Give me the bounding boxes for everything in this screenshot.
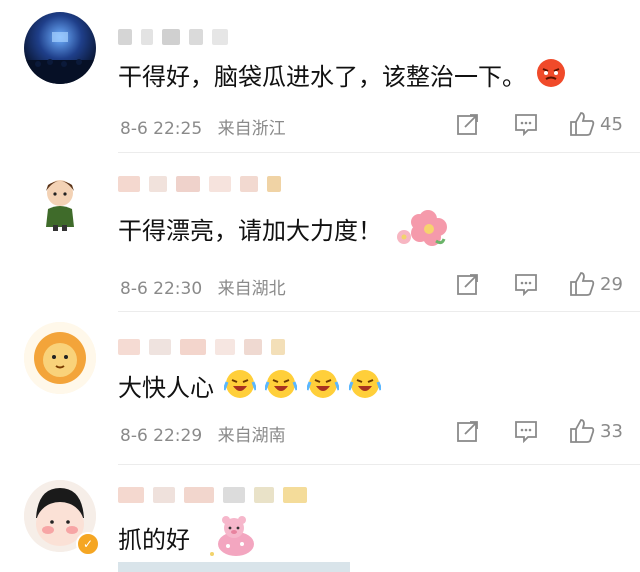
thumbs-up-icon bbox=[570, 419, 595, 443]
laughing-crying-emoji bbox=[305, 368, 341, 408]
like-button[interactable]: 45 bbox=[568, 110, 623, 138]
username-blurred[interactable] bbox=[118, 336, 289, 360]
comment-item: 大快人心 8-6 22:29 来自湖南 33 bbox=[0, 312, 640, 468]
comment-location: 来自湖南 bbox=[217, 426, 286, 446]
comment-item: 干得好，脑袋瓜进水了，该整治一下。 8-6 22:25 来自浙江 45 bbox=[0, 0, 640, 153]
thumbs-up-icon bbox=[570, 112, 595, 136]
comment-meta: 8-6 22:29 来自湖南 bbox=[120, 421, 296, 446]
image-preview-strip[interactable] bbox=[118, 562, 350, 572]
angry-face-emoji bbox=[536, 58, 566, 96]
like-button[interactable]: 33 bbox=[568, 417, 623, 445]
comment-location: 来自浙江 bbox=[217, 119, 286, 139]
comment-text: 干得漂亮，请加大力度！ bbox=[118, 205, 448, 257]
comment-icon bbox=[515, 274, 537, 296]
comment-meta: 8-6 22:30 来自湖北 bbox=[120, 274, 296, 299]
share-button[interactable] bbox=[456, 112, 480, 136]
username-blurred[interactable] bbox=[118, 484, 311, 508]
comment-icon bbox=[515, 421, 537, 443]
share-icon bbox=[457, 114, 478, 135]
laughing-crying-emoji bbox=[347, 368, 382, 408]
comment-time: 8-6 22:30 bbox=[120, 279, 203, 299]
comment-location: 来自湖北 bbox=[217, 279, 286, 299]
share-icon bbox=[457, 274, 478, 295]
comment-icon bbox=[515, 114, 537, 136]
verified-badge-icon: ✓ bbox=[76, 532, 100, 556]
share-icon bbox=[457, 421, 478, 442]
like-button[interactable]: 29 bbox=[568, 270, 623, 298]
comment-text: 抓的好 bbox=[118, 514, 262, 566]
user-avatar[interactable] bbox=[24, 165, 96, 237]
laughing-crying-emoji bbox=[222, 368, 258, 408]
comment-item: 干得漂亮，请加大力度！ 8-6 22:30 来自湖北 29 bbox=[0, 153, 640, 312]
pig-emoji bbox=[206, 514, 262, 566]
laughing-crying-emoji bbox=[263, 368, 299, 408]
like-count: 29 bbox=[600, 273, 623, 295]
like-count: 33 bbox=[600, 420, 623, 442]
comment-button[interactable] bbox=[514, 112, 538, 136]
comment-text: 干得好，脑袋瓜进水了，该整治一下。 bbox=[118, 58, 566, 96]
comment-time: 8-6 22:29 bbox=[120, 426, 203, 446]
like-count: 45 bbox=[600, 113, 623, 135]
divider bbox=[118, 464, 640, 465]
comment-button[interactable] bbox=[514, 272, 538, 296]
comment-item: ✓ 抓的好 bbox=[0, 466, 640, 572]
comment-time: 8-6 22:25 bbox=[120, 119, 203, 139]
user-avatar[interactable] bbox=[24, 12, 96, 84]
thumbs-up-icon bbox=[570, 272, 595, 296]
username-blurred[interactable] bbox=[118, 26, 232, 50]
flower-emoji bbox=[392, 205, 448, 257]
username-blurred[interactable] bbox=[118, 173, 285, 197]
share-button[interactable] bbox=[456, 419, 480, 443]
comment-button[interactable] bbox=[514, 419, 538, 443]
user-avatar[interactable] bbox=[24, 322, 96, 394]
comment-text: 大快人心 bbox=[118, 368, 382, 408]
comment-meta: 8-6 22:25 来自浙江 bbox=[120, 114, 296, 139]
share-button[interactable] bbox=[456, 272, 480, 296]
